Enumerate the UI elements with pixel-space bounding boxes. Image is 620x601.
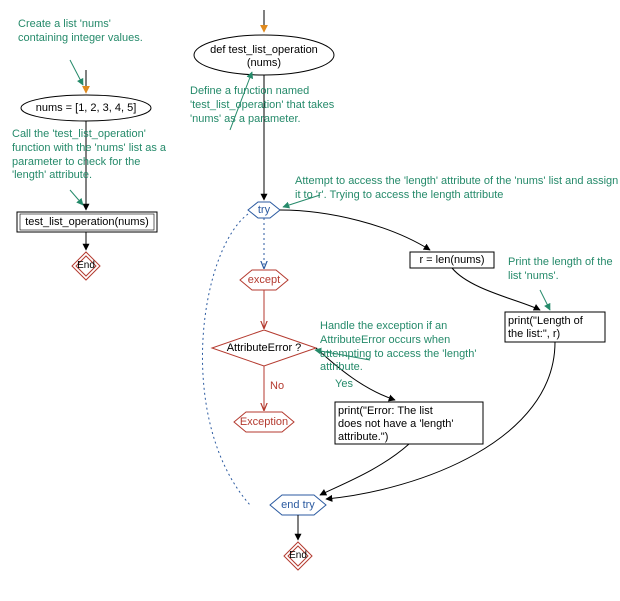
annot-try: Attempt to access the 'length' attribute… (295, 175, 620, 203)
annot-attr: Handle the exception if an AttributeErro… (320, 320, 480, 375)
label-endtry: end try (277, 499, 319, 512)
label-funcdef: def test_list_operation (nums) (200, 44, 328, 70)
label-yes: Yes (335, 378, 353, 390)
label-nums: nums = [1, 2, 3, 4, 5] (30, 102, 142, 115)
label-printlen: print("Length of the list:", r) (508, 315, 602, 341)
label-printerr: print("Error: The list does not have a '… (338, 405, 480, 445)
label-call: test_list_operation(nums) (20, 216, 154, 229)
annot-create: Create a list 'nums' containing integer … (18, 18, 148, 46)
annot-funcdef: Define a function named 'test_list_opera… (190, 85, 340, 126)
label-except: except (244, 274, 284, 287)
label-exception: Exception (238, 416, 290, 429)
annot-printlen: Print the length of the list 'nums'. (508, 256, 618, 284)
label-attrq: AttributeError ? (218, 342, 310, 355)
annot-call: Call the 'test_list_operation' function … (12, 128, 172, 183)
label-rlen: r = len(nums) (412, 254, 492, 267)
label-try: try (250, 204, 278, 217)
label-no: No (270, 380, 284, 392)
label-end-right: End (284, 550, 312, 562)
label-end-left: End (72, 260, 100, 272)
